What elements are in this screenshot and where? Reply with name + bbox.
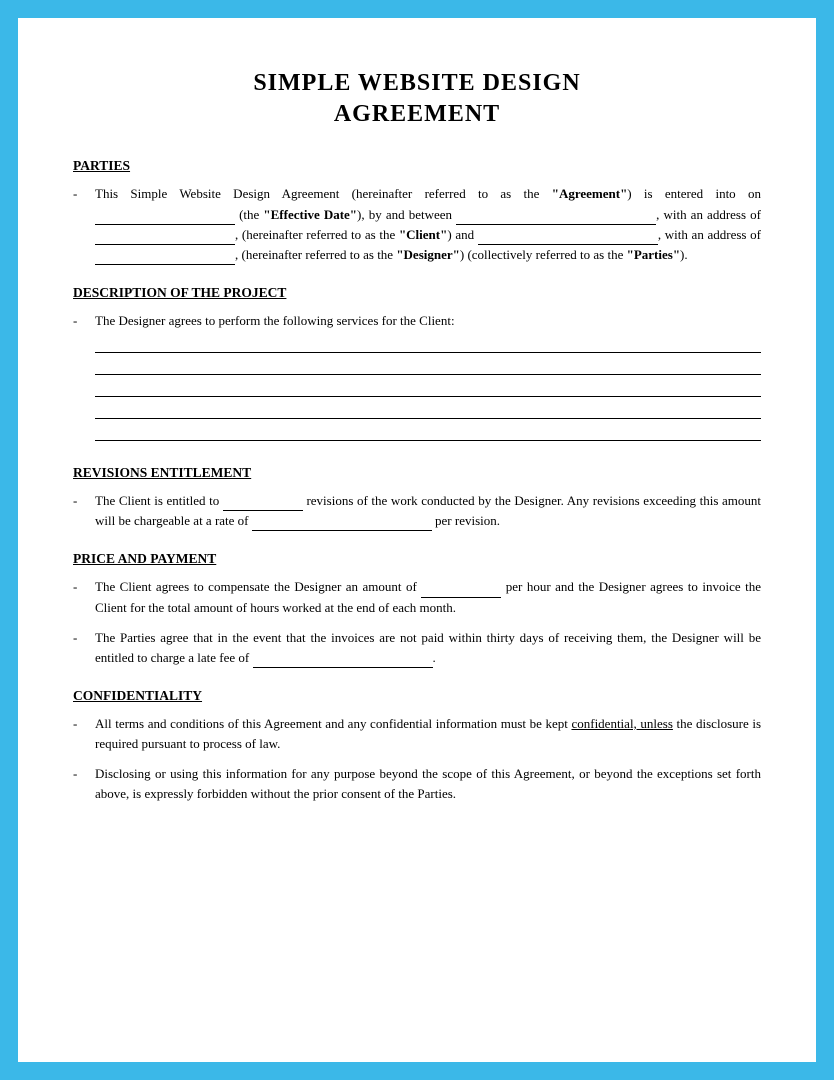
service-line5 (95, 423, 761, 441)
parties-bold3: "Client" (399, 227, 447, 242)
parties-text3: (the (235, 207, 263, 222)
parties-text8: , with an address of (658, 227, 761, 242)
parties-bold2: "Effective Date" (263, 207, 357, 222)
section-price: PRICE AND PAYMENT - The Client agrees to… (73, 551, 761, 668)
service-lines (95, 335, 761, 441)
parties-bullet1: - This Simple Website Design Agreement (… (73, 184, 761, 265)
description-heading: DESCRIPTION OF THE PROJECT (73, 285, 761, 301)
parties-text11: ). (680, 247, 688, 262)
description-bullet1-content: The Designer agrees to perform the follo… (95, 311, 761, 445)
parties-text7: ) and (447, 227, 477, 242)
revisions-bullet1-content: The Client is entitled to revisions of t… (95, 491, 761, 531)
title-line1: SIMPLE WEBSITE DESIGN (73, 68, 761, 99)
service-line4 (95, 401, 761, 419)
description-bullet1: - The Designer agrees to perform the fol… (73, 311, 761, 445)
service-line1 (95, 335, 761, 353)
parties-blank4 (478, 231, 658, 245)
confidentiality-bullet2: - Disclosing or using this information f… (73, 764, 761, 804)
price-bullet1: - The Client agrees to compensate the De… (73, 577, 761, 617)
description-text1: The Designer agrees to perform the follo… (95, 313, 455, 328)
section-confidentiality: CONFIDENTIALITY - All terms and conditio… (73, 688, 761, 805)
parties-bold5: "Parties" (627, 247, 680, 262)
parties-blank1 (95, 211, 235, 225)
conf-underline: confidential, unless (571, 716, 672, 731)
price-text4: . (433, 650, 436, 665)
parties-text1: This Simple Website Design Agreement (he… (95, 186, 552, 201)
conf-text1: All terms and conditions of this Agreeme… (95, 716, 571, 731)
parties-text4: ), by and between (357, 207, 456, 222)
parties-text6: , (hereinafter referred to as the (235, 227, 399, 242)
parties-bold1: "Agreement" (552, 186, 628, 201)
parties-text2: ) is entered into on (627, 186, 761, 201)
parties-bold4: "Designer" (396, 247, 460, 262)
document: SIMPLE WEBSITE DESIGN AGREEMENT PARTIES … (18, 18, 816, 1062)
confidentiality-bullet1-content: All terms and conditions of this Agreeme… (95, 714, 761, 754)
parties-text5: , with an address of (656, 207, 761, 222)
bullet-dash-price2: - (73, 628, 91, 648)
section-revisions: REVISIONS ENTITLEMENT - The Client is en… (73, 465, 761, 531)
parties-blank3 (95, 231, 235, 245)
conf-text3: Disclosing or using this information for… (95, 766, 761, 801)
section-description: DESCRIPTION OF THE PROJECT - The Designe… (73, 285, 761, 445)
parties-text10: ) (collectively referred to as the (460, 247, 627, 262)
price-heading: PRICE AND PAYMENT (73, 551, 761, 567)
parties-heading: PARTIES (73, 158, 761, 174)
price-bullet2: - The Parties agree that in the event th… (73, 628, 761, 668)
price-bullet1-content: The Client agrees to compensate the Desi… (95, 577, 761, 617)
bullet-dash-conf1: - (73, 714, 91, 734)
confidentiality-bullet2-content: Disclosing or using this information for… (95, 764, 761, 804)
service-line2 (95, 357, 761, 375)
revisions-heading: REVISIONS ENTITLEMENT (73, 465, 761, 481)
price-blank2 (253, 654, 433, 668)
price-text1: The Client agrees to compensate the Desi… (95, 579, 421, 594)
service-line3 (95, 379, 761, 397)
document-title: SIMPLE WEBSITE DESIGN AGREEMENT (73, 68, 761, 130)
revisions-text3: per revision. (432, 513, 500, 528)
bullet-dash-conf2: - (73, 764, 91, 784)
page-wrapper: SIMPLE WEBSITE DESIGN AGREEMENT PARTIES … (0, 0, 834, 1080)
price-blank1 (421, 584, 501, 598)
parties-text9: , (hereinafter referred to as the (235, 247, 396, 262)
bullet-dash-price1: - (73, 577, 91, 597)
price-bullet2-content: The Parties agree that in the event that… (95, 628, 761, 668)
parties-bullet1-content: This Simple Website Design Agreement (he… (95, 184, 761, 265)
revisions-bullet1: - The Client is entitled to revisions of… (73, 491, 761, 531)
parties-blank5 (95, 251, 235, 265)
revisions-text1: The Client is entitled to (95, 493, 223, 508)
revisions-blank1 (223, 497, 303, 511)
bullet-dash: - (73, 184, 91, 204)
confidentiality-heading: CONFIDENTIALITY (73, 688, 761, 704)
title-line2: AGREEMENT (73, 99, 761, 130)
bullet-dash-rev: - (73, 491, 91, 511)
bullet-dash-desc: - (73, 311, 91, 331)
confidentiality-bullet1: - All terms and conditions of this Agree… (73, 714, 761, 754)
parties-blank2 (456, 211, 656, 225)
section-parties: PARTIES - This Simple Website Design Agr… (73, 158, 761, 265)
revisions-blank2 (252, 517, 432, 531)
